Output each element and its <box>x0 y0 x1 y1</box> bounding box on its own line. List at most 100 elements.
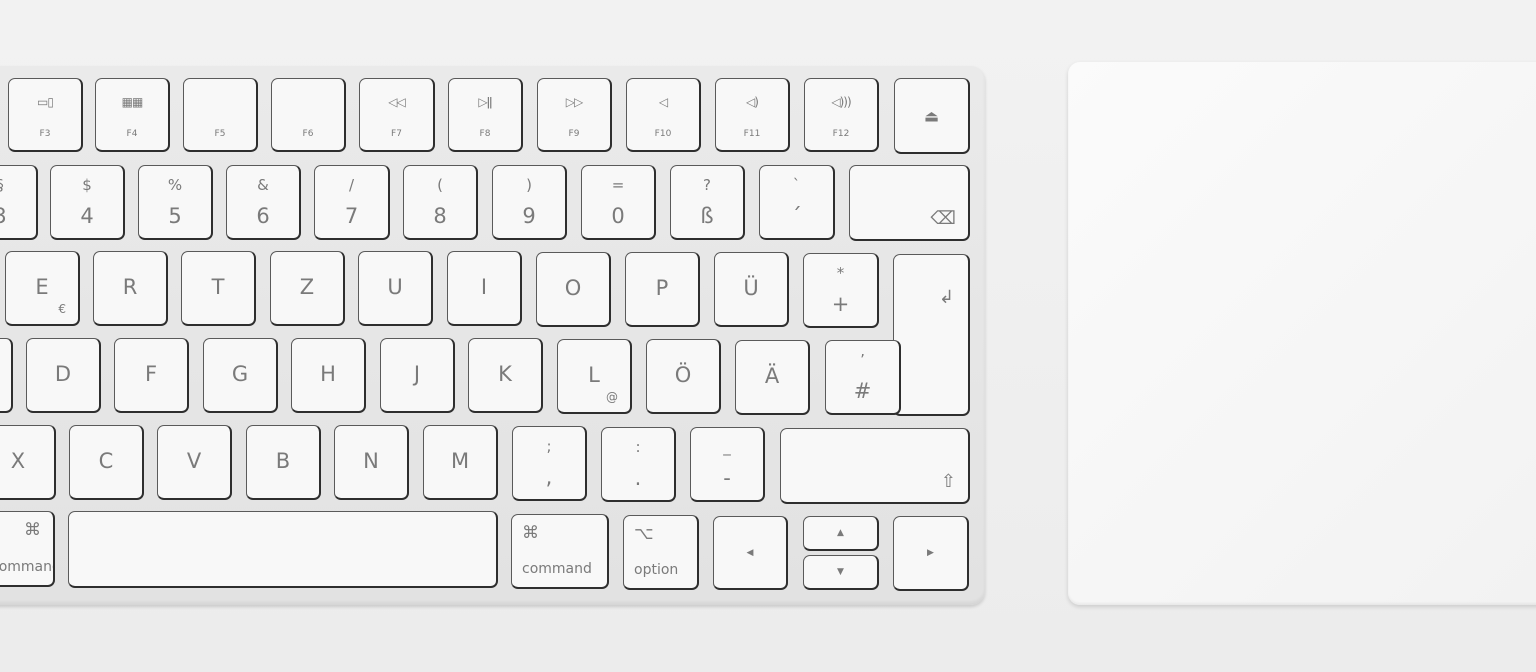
arrow-down-key[interactable]: ▼ <box>803 555 879 590</box>
key-D[interactable]: D <box>26 338 101 413</box>
key-9[interactable]: ) 9 <box>492 165 567 240</box>
key-shift-label: % <box>167 176 183 194</box>
shift-key[interactable]: ⇧ <box>780 428 970 504</box>
volume-mute-key[interactable]: ◁ F10 <box>626 78 701 152</box>
key-8[interactable]: (8 <box>403 165 478 240</box>
key-0[interactable]: = 0 <box>581 165 656 240</box>
mission-control-key[interactable]: ▭▯ F3 <box>8 78 83 152</box>
key-C[interactable]: C <box>69 425 144 500</box>
trackpad[interactable] <box>1068 62 1536 605</box>
key-E[interactable]: E € <box>5 251 80 326</box>
key-T[interactable]: T <box>181 251 256 326</box>
key-f6[interactable]: F6 <box>271 78 346 152</box>
key-label: F4 <box>126 129 138 139</box>
arrow-right-icon: ▶ <box>927 548 934 558</box>
key-shift-label: ? <box>703 176 711 194</box>
modifier-symbol: ⌘ <box>24 520 41 540</box>
key-G[interactable]: G <box>203 338 278 413</box>
key-label: T <box>211 274 225 299</box>
play-pause-key[interactable]: ▷ǁ F8 <box>448 78 523 152</box>
key-U[interactable]: U <box>358 251 433 326</box>
key-5[interactable]: % 5 <box>138 165 213 240</box>
key-label: 5 <box>168 204 182 228</box>
key-P[interactable]: P <box>625 252 700 327</box>
key-ß[interactable]: ? ß <box>670 165 745 240</box>
key-label: + <box>831 292 850 316</box>
fast-forward-key[interactable]: ▷▷ F9 <box>537 78 612 152</box>
arrow-left-icon: ◀ <box>746 547 754 558</box>
key[interactable] <box>0 338 13 413</box>
eject-key[interactable]: ⏏ <box>894 78 970 154</box>
key-6[interactable]: & 6 <box>226 165 301 240</box>
key-shift-label: ; <box>546 437 552 455</box>
key-M[interactable]: M <box>423 425 498 500</box>
key-label: Z <box>299 274 315 299</box>
key-Ü[interactable]: Ü <box>714 252 789 327</box>
key-label: 0 <box>611 204 625 228</box>
key-label: Ä <box>764 363 780 388</box>
key-+[interactable]: * + <box>803 253 879 328</box>
command-key[interactable]: ⌘ command <box>0 511 55 587</box>
key-R[interactable]: R <box>93 251 168 326</box>
key-label: # <box>853 379 872 403</box>
arrow-up-key[interactable]: ▲ <box>803 516 879 551</box>
key-label: F10 <box>654 129 672 139</box>
key-label: command <box>0 559 53 575</box>
key-label: . <box>634 466 642 490</box>
arrow-down-icon: ▼ <box>837 567 844 577</box>
key-7[interactable]: /7 <box>314 165 390 240</box>
key-label: F9 <box>568 129 580 139</box>
shift-icon: ⇧ <box>940 471 956 492</box>
key-L[interactable]: L @ <box>557 339 632 414</box>
key--[interactable]: _ - <box>690 427 765 502</box>
arrow-right-key[interactable]: ▶ <box>893 516 969 591</box>
key-.[interactable]: :. <box>601 427 676 502</box>
key-Ä[interactable]: Ä <box>735 340 810 415</box>
key-I[interactable]: I <box>447 251 522 326</box>
key-4[interactable]: $4 <box>50 165 125 240</box>
key-B[interactable]: B <box>246 425 321 500</box>
key-Z[interactable]: Z <box>270 251 345 326</box>
key-Ö[interactable]: Ö <box>646 339 721 414</box>
key-H[interactable]: H <box>291 338 366 413</box>
rewind-key[interactable]: ◁◁ F7 <box>359 78 435 152</box>
key-shift-label: ( <box>437 176 443 194</box>
mission-control-icon: ▭▯ <box>37 95 54 109</box>
key-label: , <box>545 465 553 489</box>
key-O[interactable]: O <box>536 252 611 327</box>
rewind-icon: ◁◁ <box>388 95 405 109</box>
key-3[interactable]: §3 <box>0 165 38 240</box>
key-J[interactable]: J <box>380 338 455 413</box>
key-label: Ö <box>674 362 692 387</box>
key-shift-label: = <box>611 176 625 194</box>
key-,[interactable]: ;, <box>512 426 587 501</box>
key-´[interactable]: ` ´ <box>759 165 835 240</box>
volume-down-key[interactable]: ◁) F11 <box>715 78 790 152</box>
key-#[interactable]: ’ # <box>825 340 901 415</box>
launchpad-key[interactable]: ▦▦ F4 <box>95 78 170 152</box>
key-label: Ü <box>743 275 759 300</box>
arrow-left-key[interactable]: ◀ <box>713 516 788 590</box>
key-label: - <box>723 466 731 490</box>
fast-forward-icon: ▷▷ <box>565 95 583 109</box>
command-key[interactable]: ⌘ command <box>511 514 609 589</box>
volume-up-key[interactable]: ◁))) F12 <box>804 78 879 152</box>
key-label: F11 <box>743 129 761 139</box>
key-F[interactable]: F <box>114 338 189 413</box>
key-V[interactable]: V <box>157 425 232 500</box>
key-shift-label: ’ <box>860 351 865 369</box>
key-alt-label: @ <box>606 390 618 404</box>
key-label: F <box>144 361 158 386</box>
key-f5[interactable]: F5 <box>183 78 258 152</box>
key-shift-label: / <box>348 176 355 194</box>
space-bar[interactable] <box>68 511 498 588</box>
key-X[interactable]: X <box>0 425 56 500</box>
key-label: F7 <box>391 129 402 139</box>
return-key[interactable]: ↲ <box>893 254 970 416</box>
option-key[interactable]: ⌥ option <box>623 515 699 590</box>
volume-down-icon: ◁) <box>746 95 759 109</box>
key-N[interactable]: N <box>334 425 409 500</box>
key-label: I <box>480 274 488 299</box>
key-K[interactable]: K <box>468 338 543 413</box>
delete-key[interactable]: ⌫ <box>849 165 970 241</box>
